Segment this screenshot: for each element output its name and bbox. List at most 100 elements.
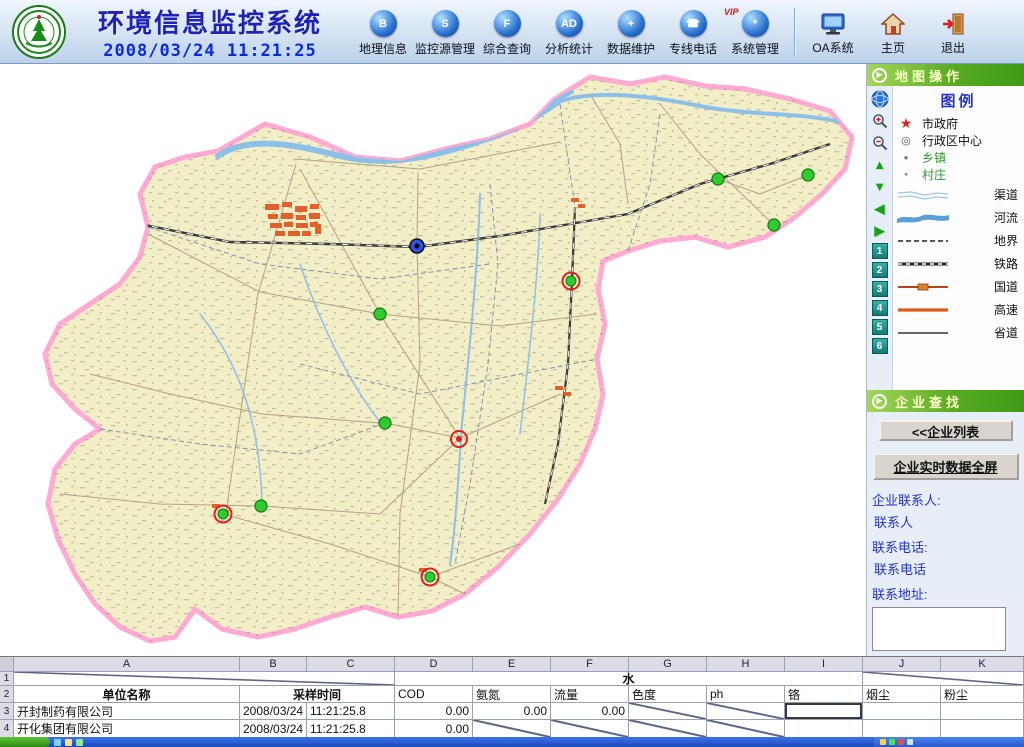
map-viewport[interactable]	[0, 64, 866, 656]
map-operations-body: ▲ ▼ ◀ ▶ 1 2 3 4 5 6 图例 ★ 市政府 ◎ 行政区中心	[867, 86, 1024, 390]
cell-smoke-empty[interactable]	[863, 720, 941, 737]
row-number[interactable]: 1	[0, 672, 14, 685]
header-cod[interactable]: COD	[395, 686, 473, 702]
os-taskbar[interactable]	[0, 737, 1024, 747]
header-chromium[interactable]: 铬	[785, 686, 863, 702]
column-letter-k[interactable]: K	[941, 657, 1024, 671]
zoom-out-button[interactable]	[870, 133, 889, 152]
cell-ammonia-empty[interactable]	[473, 720, 551, 737]
cell-sample-time[interactable]: 11:21:25.8	[307, 703, 395, 719]
zoom-level-6-button[interactable]: 6	[872, 338, 888, 354]
header-ammonia-nitrogen[interactable]: 氨氮	[473, 686, 551, 702]
zoom-level-4-button[interactable]: 4	[872, 300, 888, 316]
column-letter-d[interactable]: D	[395, 657, 473, 671]
nav-label: 地理信息	[359, 40, 407, 57]
cell-cod[interactable]: 0.00	[395, 703, 473, 719]
cell-ph-empty[interactable]	[707, 703, 785, 719]
cell-flow-empty[interactable]	[551, 720, 629, 737]
cell-chroma-empty[interactable]	[629, 720, 707, 737]
enterprise-search-header[interactable]: ▶ 企业查找	[867, 390, 1024, 412]
start-button[interactable]	[0, 737, 50, 747]
cell-ph-empty[interactable]	[707, 720, 785, 737]
cell-cod[interactable]: 0.00	[395, 720, 473, 737]
column-letter-h[interactable]: H	[707, 657, 785, 671]
cell-sample-date[interactable]: 2008/03/24	[240, 720, 307, 737]
column-letter-b[interactable]: B	[240, 657, 307, 671]
system-tray[interactable]	[874, 737, 1024, 747]
water-section-label[interactable]: 水	[395, 672, 863, 685]
nav-data-maintenance[interactable]: + 数据维护	[600, 6, 662, 57]
table-corner[interactable]	[0, 657, 14, 671]
red-star-icon: ★	[897, 115, 915, 132]
enterprise-realtime-fullscreen-button[interactable]: 企业实时数据全屏	[873, 453, 1019, 480]
cell-sample-time[interactable]: 11:21:25.8	[307, 720, 395, 737]
full-extent-button[interactable]	[870, 89, 889, 108]
cell-unit-name[interactable]: 开化集团有限公司	[14, 720, 240, 737]
column-letter-a[interactable]: A	[14, 657, 240, 671]
nav-exit[interactable]: 退出	[923, 7, 983, 56]
cell-sample-date[interactable]: 2008/03/24	[240, 703, 307, 719]
column-letter-i[interactable]: I	[785, 657, 863, 671]
nav-hotline-phone[interactable]: ☎ 专线电话	[662, 6, 724, 57]
tray-icon[interactable]	[898, 739, 904, 745]
quicklaunch-icon[interactable]	[54, 739, 61, 746]
cell-chroma-empty[interactable]	[629, 703, 707, 719]
canal-line-icon	[897, 188, 949, 202]
map-canvas[interactable]	[0, 64, 866, 656]
section-empty-cell[interactable]	[863, 672, 1024, 685]
zoom-in-button[interactable]	[870, 111, 889, 130]
main-nav: B 地理信息 S 监控源管理 F 综合查询 AD 分析统计 + 数据维护 ☎ 专…	[352, 6, 786, 57]
contact-phone-link[interactable]: 联系电话	[874, 559, 1019, 578]
nav-geographic-info[interactable]: B 地理信息	[352, 6, 414, 57]
legend-item-city-government: ★ 市政府	[897, 115, 1020, 132]
nav-analysis-statistics[interactable]: AD 分析统计	[538, 6, 600, 57]
cell-ammonia[interactable]: 0.00	[473, 703, 551, 719]
zoom-level-2-button[interactable]: 2	[872, 262, 888, 278]
header-chroma[interactable]: 色度	[629, 686, 707, 702]
header-ph[interactable]: ph	[707, 686, 785, 702]
geographic-info-icon: B	[370, 10, 397, 37]
cell-smoke-empty[interactable]	[863, 703, 941, 719]
section-empty-cell[interactable]	[14, 672, 395, 685]
enterprise-list-button[interactable]: <<企业列表	[879, 420, 1013, 441]
column-letter-e[interactable]: E	[473, 657, 551, 671]
nav-monitoring-source[interactable]: S 监控源管理	[414, 6, 476, 57]
cell-flow[interactable]: 0.00	[551, 703, 629, 719]
cell-dust-empty[interactable]	[941, 720, 1024, 737]
nav-comprehensive-query[interactable]: F 综合查询	[476, 6, 538, 57]
pan-right-button[interactable]: ▶	[870, 221, 889, 240]
zoom-level-3-button[interactable]: 3	[872, 281, 888, 297]
map-operations-header[interactable]: ▶ 地图操作	[867, 64, 1024, 86]
cell-dust-empty[interactable]	[941, 703, 1024, 719]
header-flow[interactable]: 流量	[551, 686, 629, 702]
contact-person-link[interactable]: 联系人	[874, 512, 1019, 531]
row-number[interactable]: 3	[0, 703, 14, 719]
column-letter-g[interactable]: G	[629, 657, 707, 671]
header-unit-name[interactable]: 单位名称	[14, 686, 240, 702]
zoom-level-5-button[interactable]: 5	[872, 319, 888, 335]
quicklaunch-icon[interactable]	[76, 739, 83, 746]
tray-icon[interactable]	[889, 739, 895, 745]
pan-up-button[interactable]: ▲	[870, 155, 889, 174]
column-letter-f[interactable]: F	[551, 657, 629, 671]
pan-down-button[interactable]: ▼	[870, 177, 889, 196]
cell-chromium-empty[interactable]	[785, 720, 863, 737]
header-dust[interactable]: 粉尘	[941, 686, 1024, 702]
column-letter-j[interactable]: J	[863, 657, 941, 671]
column-letter-c[interactable]: C	[307, 657, 395, 671]
tray-icon[interactable]	[907, 739, 913, 745]
row-number[interactable]: 4	[0, 720, 14, 737]
tray-icon[interactable]	[880, 739, 886, 745]
contact-address-input[interactable]	[872, 607, 1006, 651]
nav-home[interactable]: 主页	[863, 7, 923, 56]
header-sampling-time[interactable]: 采样时间	[240, 686, 395, 702]
row-number[interactable]: 2	[0, 686, 14, 702]
header-smoke-dust[interactable]: 烟尘	[863, 686, 941, 702]
cell-chromium-selected[interactable]	[785, 703, 863, 719]
pan-left-button[interactable]: ◀	[870, 199, 889, 218]
nav-system-management[interactable]: VIP * 系统管理	[724, 6, 786, 57]
cell-unit-name[interactable]: 开封制药有限公司	[14, 703, 240, 719]
quicklaunch-icon[interactable]	[65, 739, 72, 746]
nav-oa-system[interactable]: OA系统	[803, 7, 863, 56]
zoom-level-1-button[interactable]: 1	[872, 243, 888, 259]
